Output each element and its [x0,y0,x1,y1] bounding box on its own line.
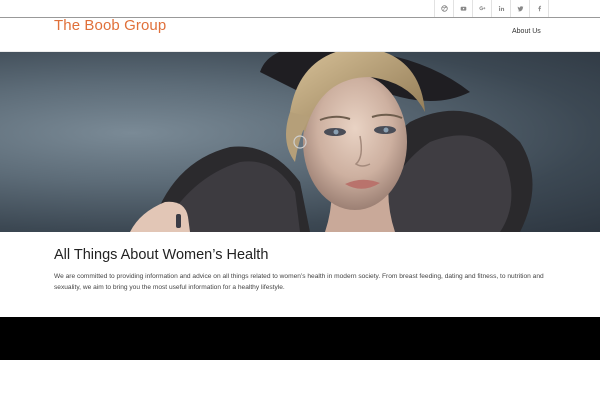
twitter-link[interactable] [510,0,529,17]
dribbble-icon [440,5,448,12]
site-title[interactable]: The Boob Group [54,17,166,34]
hero-image [0,52,600,232]
youtube-link[interactable] [453,0,472,17]
google-plus-icon [478,6,485,11]
hero-portrait-illustration [130,52,533,232]
facebook-icon [537,5,541,12]
footer-band [0,317,600,360]
linkedin-link[interactable] [491,0,510,17]
top-social-bar [0,0,600,18]
twitter-icon [517,6,523,12]
youtube-icon [460,6,466,11]
linkedin-icon [498,6,504,11]
intro-paragraph: We are committed to providing informatio… [54,273,544,291]
nav-about-us[interactable]: About Us [512,28,541,35]
social-links [434,0,549,17]
facebook-link[interactable] [529,0,549,17]
google-plus-link[interactable] [472,0,491,17]
dribbble-link[interactable] [434,0,453,17]
page-heading: All Things About Women’s Health [54,247,269,263]
